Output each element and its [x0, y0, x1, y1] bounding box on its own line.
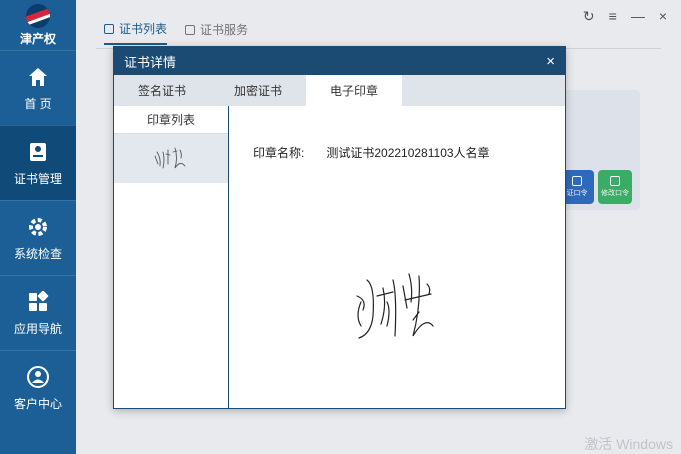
certificate-detail-dialog: 证书详情 × 签名证书 加密证书 电子印章 印章列表 印章名称: 测试证书202…: [113, 46, 566, 409]
handwritten-signature-icon: [356, 273, 434, 339]
dialog-body: 印章列表 印章名称: 测试证书202210281103人名章: [114, 106, 565, 408]
tab-encryption-certificate[interactable]: 加密证书: [210, 75, 306, 106]
seal-name-row: 印章名称: 测试证书202210281103人名章: [253, 144, 490, 161]
brand-logo-icon: [26, 3, 50, 28]
close-icon[interactable]: ×: [546, 53, 555, 70]
sidebar: 津产权 首 页 证书管理 系统检查 应用导航 客户中心: [0, 0, 76, 454]
dialog-title: 证书详情: [124, 54, 177, 70]
home-icon: [26, 65, 50, 89]
nav-item-label: 证书管理: [13, 171, 62, 186]
customer-icon: [26, 365, 50, 389]
nav-item-customer-center[interactable]: 客户中心: [0, 350, 76, 425]
tab-signing-certificate[interactable]: 签名证书: [114, 75, 210, 106]
nav-item-label: 应用导航: [13, 321, 62, 336]
gear-icon: [26, 215, 50, 239]
tab-electronic-seal[interactable]: 电子印章: [306, 75, 402, 106]
seal-detail: 印章名称: 测试证书202210281103人名章: [229, 106, 565, 408]
nav-item-label: 客户中心: [13, 396, 62, 411]
certificate-icon: [26, 140, 50, 164]
nav-item-label: 系统检查: [13, 246, 62, 261]
seal-list: 印章列表: [114, 106, 229, 408]
seal-name-label: 印章名称:: [253, 146, 305, 160]
nav-item-app-navigation[interactable]: 应用导航: [0, 275, 76, 350]
brand-name: 津产权: [19, 31, 56, 46]
nav-item-home[interactable]: 首 页: [0, 50, 76, 125]
dialog-header: 证书详情 ×: [114, 47, 565, 75]
signature-thumbnail-icon: [154, 147, 186, 168]
brand: 津产权: [0, 0, 76, 50]
seal-list-item[interactable]: [114, 134, 228, 183]
nav-item-system-check[interactable]: 系统检查: [0, 200, 76, 275]
seal-name-value: 测试证书202210281103人名章: [326, 146, 490, 160]
nav-item-certificate-management[interactable]: 证书管理: [0, 125, 76, 200]
seal-list-header: 印章列表: [114, 106, 228, 134]
dialog-tabs: 签名证书 加密证书 电子印章: [114, 75, 565, 106]
nav-item-label: 首 页: [24, 96, 52, 111]
apps-grid-icon: [26, 290, 50, 314]
